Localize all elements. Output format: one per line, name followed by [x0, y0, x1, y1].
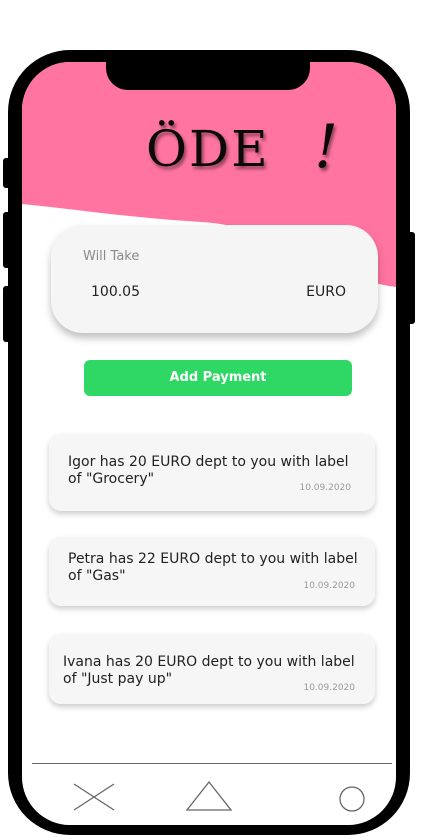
- debt-item-ivana[interactable]: Ivana has 20 EURO dept to you with label…: [49, 634, 375, 704]
- app-logo: ÖDE: [146, 120, 270, 178]
- debt-item-igor[interactable]: Igor has 20 EURO dept to you with label …: [49, 434, 375, 511]
- nav-divider: [32, 763, 392, 764]
- debt-item-petra[interactable]: Petra has 22 EURO dept to you with label…: [49, 537, 375, 606]
- add-payment-button[interactable]: Add Payment: [84, 360, 352, 396]
- triangle-icon[interactable]: [185, 780, 233, 812]
- debt-text: Petra has 22 EURO dept to you with label…: [68, 551, 358, 585]
- phone-notch: [106, 50, 310, 90]
- will-take-currency: EURO: [306, 284, 346, 300]
- app-page: ÖDE ! Will Take 100.05 EURO Add Payment …: [0, 0, 445, 837]
- debt-date: 10.09.2020: [299, 483, 351, 493]
- phone-screen: ÖDE ! Will Take 100.05 EURO Add Payment …: [22, 62, 396, 825]
- will-take-card: Will Take 100.05 EURO: [51, 225, 378, 333]
- debt-date: 10.09.2020: [303, 683, 355, 693]
- circle-icon[interactable]: [338, 785, 366, 813]
- will-take-amount: 100.05: [91, 284, 140, 300]
- phone-frame: ÖDE ! Will Take 100.05 EURO Add Payment …: [8, 50, 410, 835]
- app-logo-mark: !: [314, 112, 339, 182]
- debt-text-line1: Ivana has 20 EURO dept to you with label: [63, 654, 355, 670]
- debt-text-line1: Igor has 20 EURO dept to you with label: [68, 454, 349, 470]
- close-icon[interactable]: [72, 782, 116, 812]
- will-take-label: Will Take: [83, 249, 140, 264]
- debt-text-line1: Petra has 22 EURO dept to you with label: [68, 551, 358, 567]
- debt-date: 10.09.2020: [303, 581, 355, 591]
